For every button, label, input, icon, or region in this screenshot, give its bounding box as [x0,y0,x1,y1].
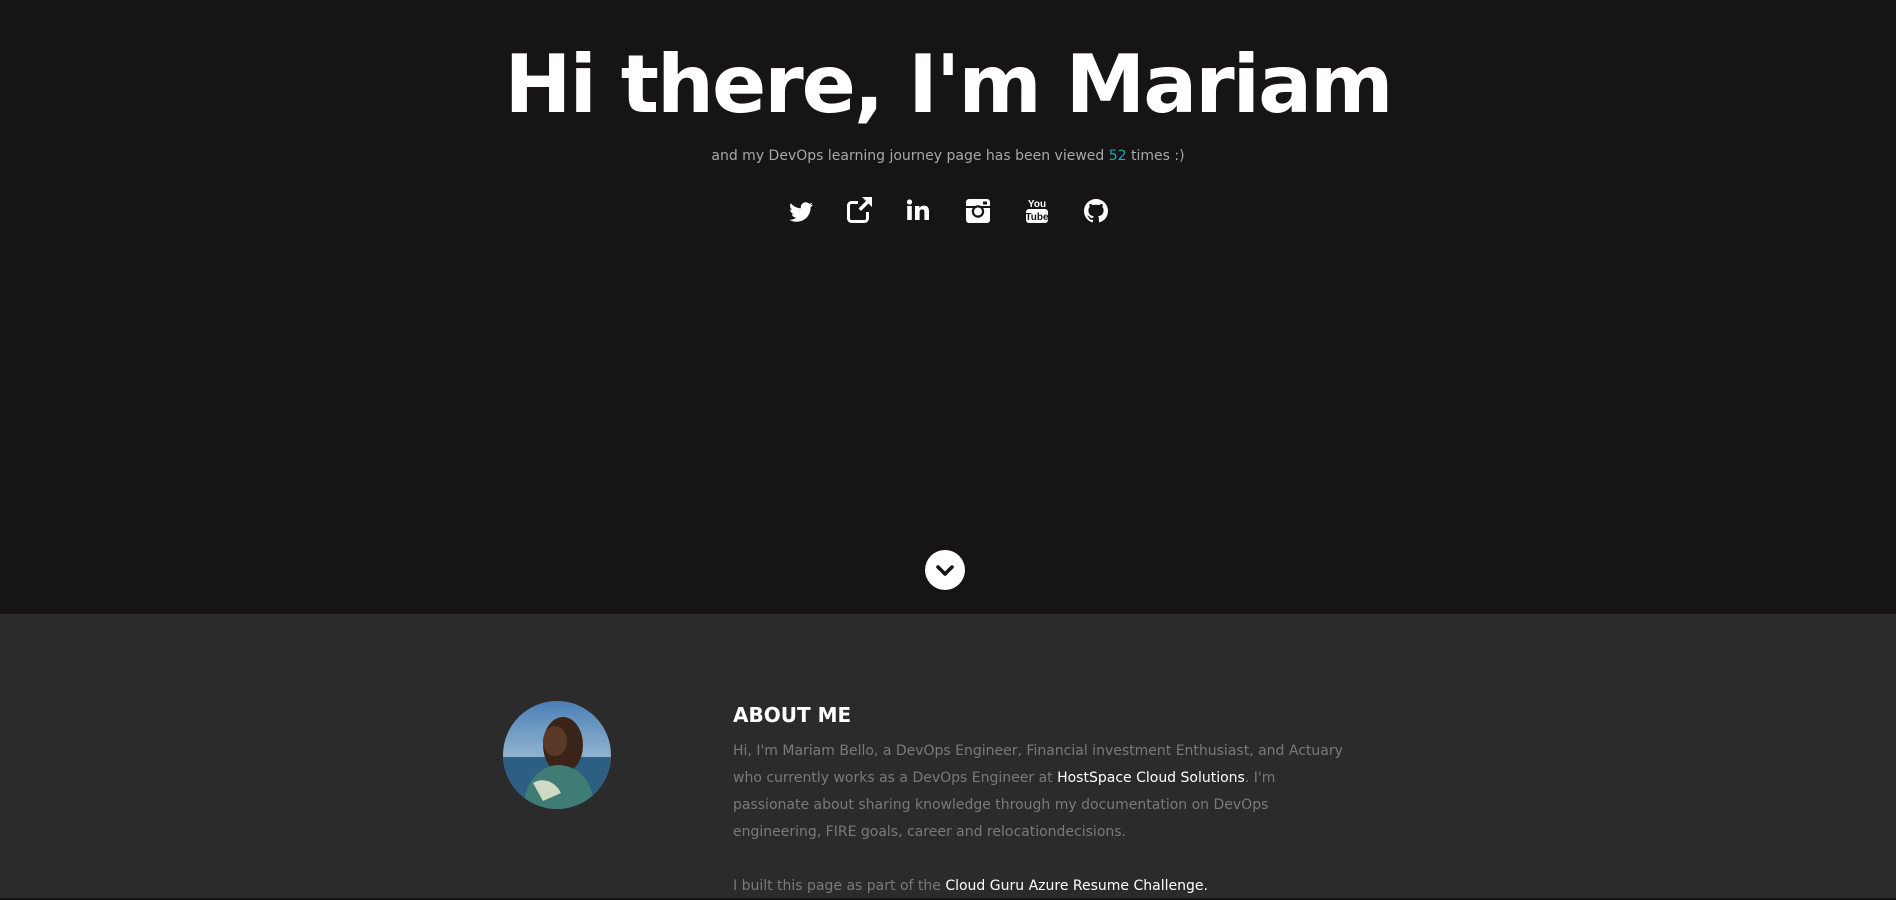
about-section: ABOUT ME Hi, I'm Mariam Bello, a DevOps … [0,614,1896,898]
svg-text:You: You [1027,199,1045,210]
hostspace-link[interactable]: HostSpace Cloud Solutions [1057,770,1245,786]
youtube-icon: You Tube [1025,199,1049,223]
challenge-paragraph: I built this page as part of the Cloud G… [733,873,1353,900]
linkedin-link[interactable] [905,193,933,227]
challenge-text-before: I built this page as part of the [733,878,946,894]
twitter-icon [788,202,813,222]
website-link[interactable] [846,193,874,227]
instagram-icon [965,199,990,223]
social-links: You Tube [0,193,1896,227]
about-heading: ABOUT ME [733,703,852,727]
github-icon [1083,199,1108,223]
twitter-link[interactable] [787,193,815,227]
subtitle-before: and my DevOps learning journey page has … [711,148,1109,164]
view-count: 52 [1108,148,1127,164]
external-link-icon [846,197,873,223]
svg-text:Tube: Tube [1025,212,1049,223]
github-link[interactable] [1082,193,1110,227]
linkedin-icon [906,199,929,220]
scroll-down-button[interactable] [925,550,965,590]
profile-avatar [503,701,611,809]
youtube-link[interactable]: You Tube [1023,193,1051,227]
hero-section: Hi there, I'm Mariam and my DevOps learn… [0,0,1896,614]
instagram-link[interactable] [964,193,992,227]
profile-photo [503,701,611,809]
chevron-down-icon [936,565,954,576]
view-counter-text: and my DevOps learning journey page has … [0,146,1896,166]
about-paragraph: Hi, I'm Mariam Bello, a DevOps Engineer,… [733,738,1353,846]
subtitle-after: times :) [1126,148,1185,164]
cloud-guru-challenge-link[interactable]: Cloud Guru Azure Resume Challenge. [945,878,1208,894]
page-title: Hi there, I'm Mariam [504,38,1394,131]
